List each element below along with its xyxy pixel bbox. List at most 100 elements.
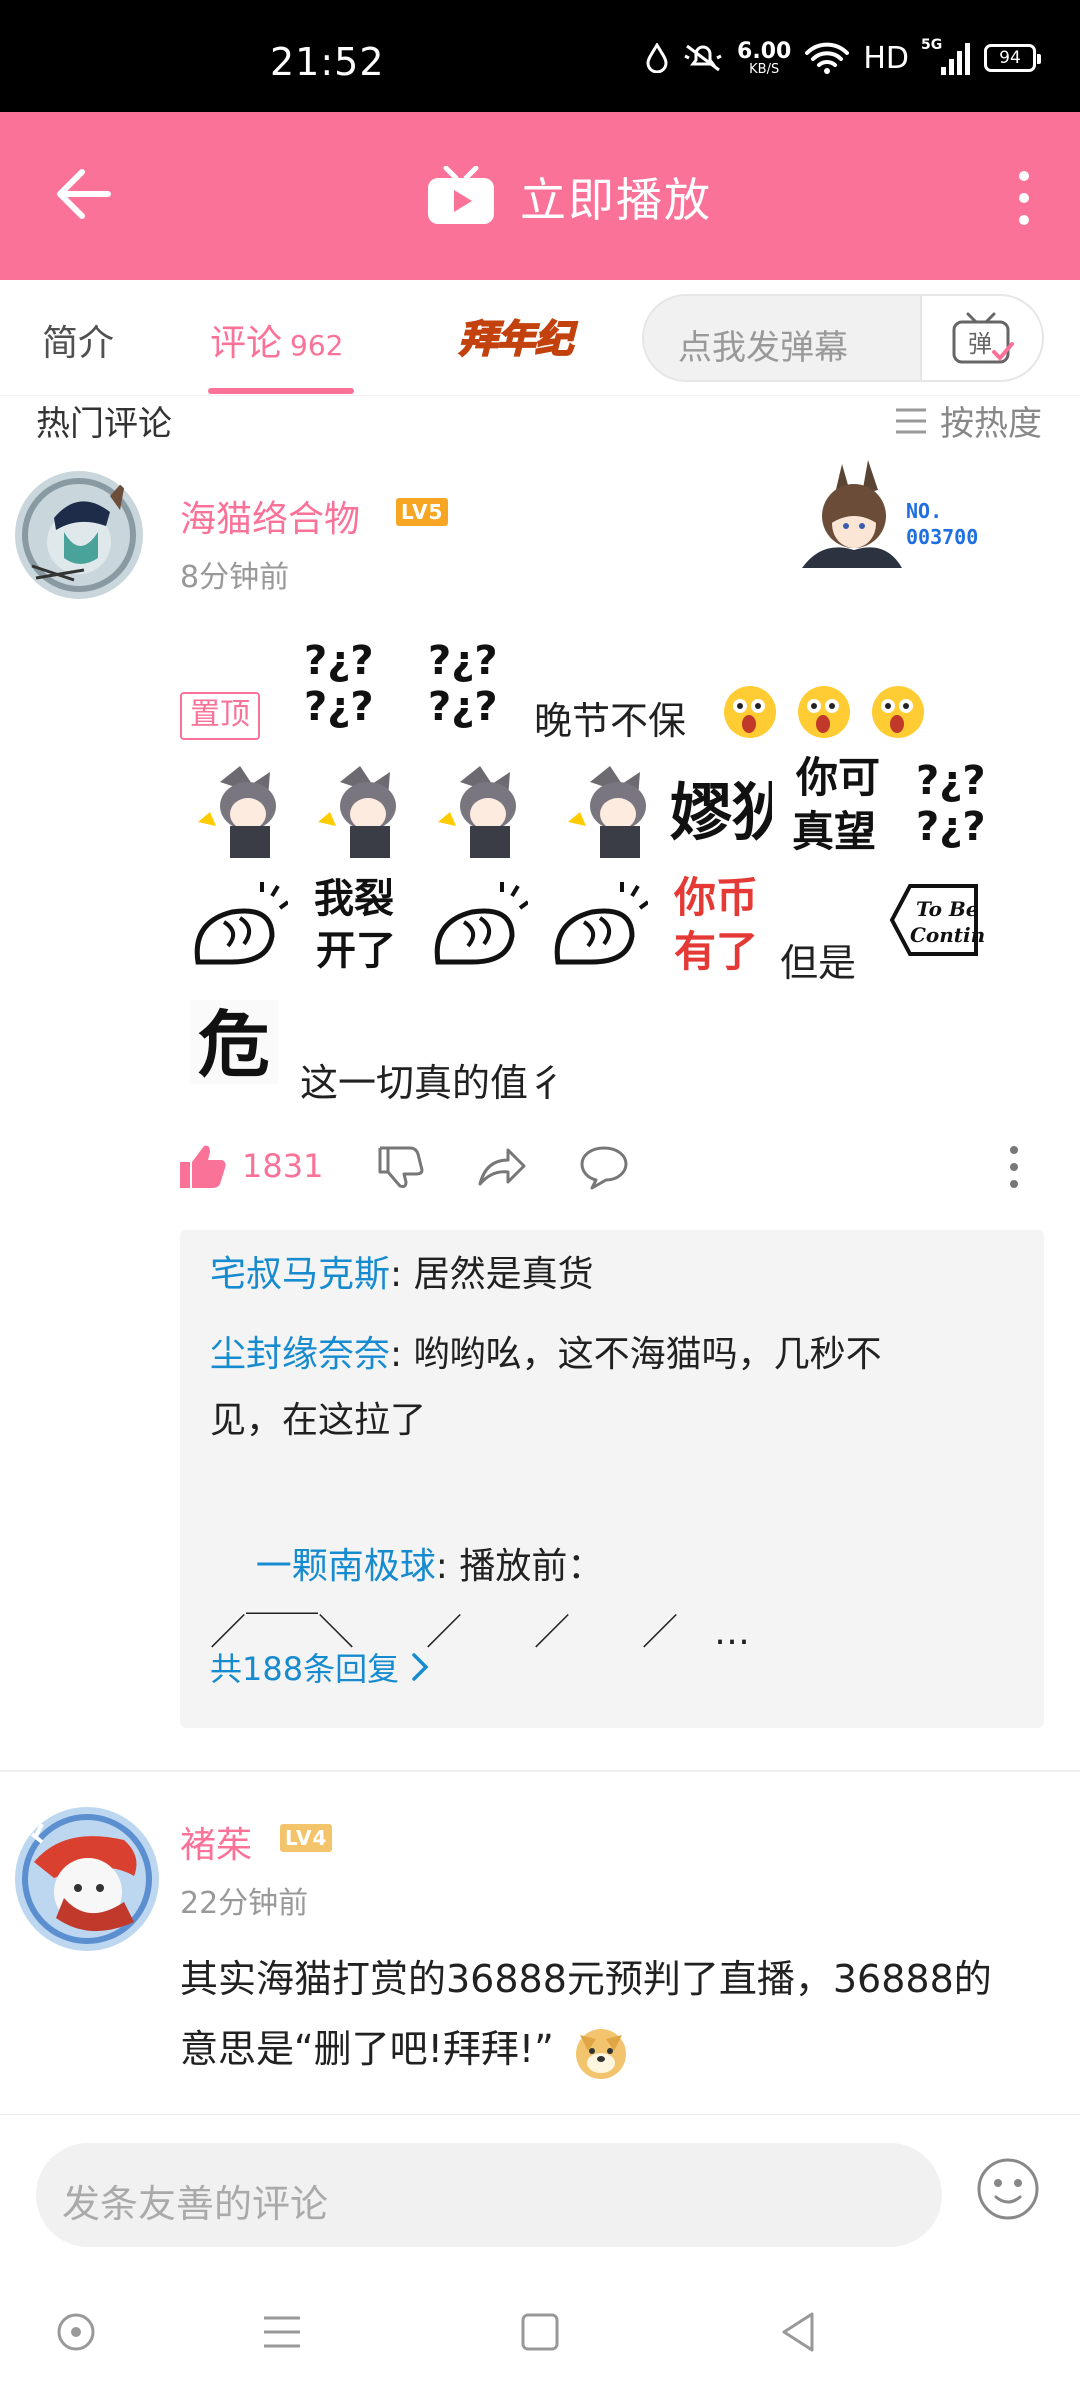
comment-input-placeholder: 发条友善的评论 (62, 2182, 329, 2226)
surprised-emoji-icon (798, 686, 850, 738)
svg-text:你可真望: 你可真望 (792, 753, 880, 856)
surprised-emoji-icon (724, 686, 776, 738)
comment-text: 这一切真的值彳 (300, 1061, 567, 1105)
comment-divider (0, 1770, 1080, 1772)
menu-icon[interactable] (254, 2304, 310, 2360)
newyear-festival-logo[interactable]: 拜年纪 (446, 310, 586, 366)
reply-username[interactable]: 宅叔马克斯 (210, 1254, 390, 1295)
tab-underline (208, 388, 354, 394)
emoji-picker-icon[interactable] (976, 2157, 1040, 2221)
avatar-image (15, 471, 143, 599)
to-be-continued-sticker: To BeContinued (889, 884, 984, 956)
battery-icon: 94 (984, 44, 1041, 72)
danmaku-input[interactable]: 点我发弹幕 弹 (642, 294, 1044, 382)
comment-text: 其实海猫打赏的36888元预判了直播，36888的意思是“删了吧!拜拜!” (180, 1944, 1000, 2084)
question-marks-sticker: ?¿? ?¿? (304, 638, 374, 730)
tab-comments[interactable]: 评论 962 (210, 314, 343, 366)
comment-username[interactable]: 褚茱 (180, 1816, 252, 1868)
comment-input-bar: 发条友善的评论 (0, 2114, 1080, 2264)
coin-text-sticker: 你币有了 (673, 873, 758, 974)
drop-icon (646, 43, 668, 73)
reply-preview-box[interactable]: 宅叔马克斯: 居然是真货 尘封缘奈奈: 哟哟吆，这不海猫吗，几秒不见，在这拉了 … (180, 1230, 1044, 1728)
reply-text: : 居然是真货 (390, 1254, 594, 1295)
fist-sticker (194, 882, 288, 965)
reply-bubble-icon[interactable] (578, 1144, 630, 1190)
pinned-label: 置顶 (180, 692, 260, 740)
svg-text:?¿??¿?: ?¿? ?¿? (916, 758, 986, 850)
fist-sticker (554, 882, 648, 965)
text-sticker: 你可真望 (792, 753, 880, 856)
surprised-emoji-icon (872, 686, 924, 738)
mute-bell-icon (684, 44, 722, 72)
system-nav-bar (0, 2264, 1080, 2400)
danmaku-toggle-button[interactable]: 弹 (920, 296, 1042, 380)
reply-username[interactable]: 尘封缘奈奈 (210, 1334, 390, 1375)
svg-text:危: 危 (198, 1003, 270, 1087)
reply-item[interactable]: 尘封缘奈奈: 哟哟吆，这不海猫吗，几秒不见，在这拉了 (210, 1322, 950, 1454)
thumbs-down-icon[interactable] (376, 1144, 424, 1190)
anime-thumbsup-sticker (438, 766, 516, 858)
svg-text:拜年纪: 拜年纪 (459, 316, 578, 361)
svg-text:?¿??¿?: ?¿? ?¿? (304, 638, 374, 730)
text-sticker: 我裂开了 (314, 876, 396, 972)
anime-thumbsup-sticker (568, 766, 646, 858)
reply-username[interactable]: 一颗南极球 (256, 1546, 436, 1587)
home-square-icon[interactable] (512, 2304, 568, 2360)
level-badge: LV4 (280, 1824, 333, 1852)
hd-label: HD (863, 40, 909, 76)
reply-item[interactable]: 一颗南极球: 播放前： ／￣￣＼ ／ ／ ／ … (210, 1468, 1020, 1732)
like-button[interactable]: 1831 (178, 1142, 323, 1190)
fan-badge-character (802, 460, 902, 568)
tab-intro[interactable]: 简介 (42, 314, 114, 366)
avatar[interactable] (14, 1806, 160, 1952)
like-count: 1831 (242, 1147, 324, 1185)
net-speed: 6.00 KB/S (737, 38, 792, 77)
signal-indicator: 5G (921, 37, 970, 75)
tab-bar: 简介 评论 962 拜年纪 点我发弹幕 弹 (0, 280, 1080, 396)
tv-play-icon (428, 166, 494, 224)
wifi-icon (805, 42, 850, 74)
level-badge: LV5 (396, 498, 449, 526)
sort-lines-icon (896, 408, 926, 433)
assistant-icon[interactable] (48, 2304, 104, 2360)
view-all-replies-label: 共188条回复 (210, 1650, 400, 1688)
back-triangle-icon[interactable] (770, 2304, 826, 2360)
status-time: 21:52 (270, 40, 385, 84)
avatar[interactable] (14, 470, 144, 600)
status-icons: 6.00 KB/S HD 5G 94 (645, 36, 1041, 80)
reply-item[interactable]: 宅叔马克斯: 居然是真货 (210, 1242, 1020, 1308)
comment-text: 但是 (780, 941, 857, 985)
svg-text:弹: 弹 (968, 330, 992, 358)
danger-sticker: 危 (190, 1000, 278, 1087)
tab-comments-label: 评论 (210, 323, 283, 364)
comment-time: 22分钟前 (180, 1886, 309, 1921)
anime-thumbsup-sticker (318, 766, 396, 858)
avatar-image (15, 1807, 159, 1951)
tab-comments-count: 962 (290, 329, 344, 362)
sort-label: 按热度 (940, 404, 1042, 444)
view-all-replies-link[interactable]: 共188条回复 (210, 1644, 429, 1690)
fist-sticker (434, 882, 528, 965)
svg-text:你币有了: 你币有了 (673, 873, 758, 974)
back-arrow-icon[interactable] (52, 162, 116, 226)
thumbs-up-icon (180, 1145, 226, 1188)
comment-username[interactable]: 海猫络合物 (180, 490, 360, 542)
chevron-right-icon (412, 1653, 429, 1681)
fan-badge-card[interactable]: NO. 003700 (782, 458, 1022, 568)
comment-actions: 1831 (0, 1138, 1080, 1198)
fan-badge-number: NO. 003700 (906, 499, 979, 549)
svg-text:嫪狄: 嫪狄 (670, 776, 772, 849)
play-now-button[interactable]: 立即播放 (426, 162, 712, 232)
share-icon[interactable] (476, 1144, 528, 1190)
svg-text:?¿??¿?: ?¿? ?¿? (428, 638, 498, 730)
doge-emoji-icon (575, 2028, 626, 2079)
app-header: 立即播放 (0, 112, 1080, 280)
header-title: 立即播放 (520, 173, 712, 227)
comment-input[interactable]: 发条友善的评论 (36, 2143, 942, 2247)
sort-button[interactable]: 按热度 (894, 396, 1042, 445)
svg-text:我裂开了: 我裂开了 (314, 876, 396, 972)
anime-thumbsup-sticker (198, 766, 276, 858)
more-vertical-icon[interactable] (1016, 170, 1032, 226)
comment-text: 晚节不保 (534, 699, 687, 743)
comment-more-icon[interactable] (1006, 1144, 1022, 1190)
